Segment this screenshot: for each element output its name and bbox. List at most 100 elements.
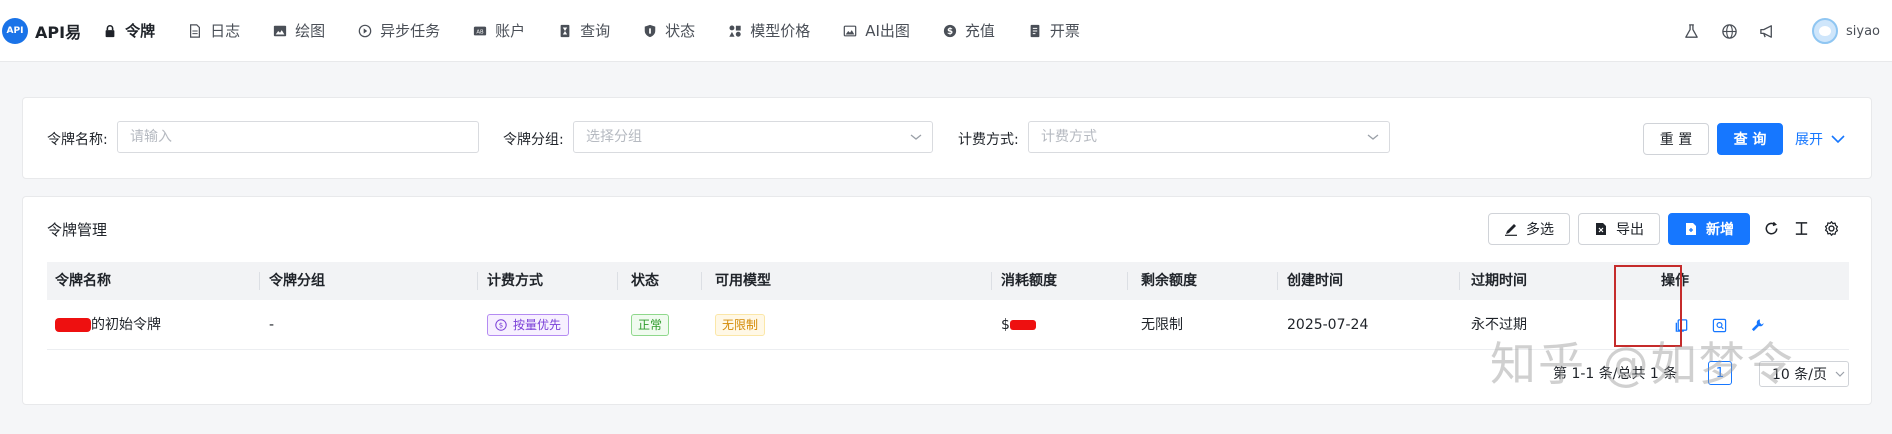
nav-item-drawing[interactable]: 绘图	[273, 20, 325, 41]
billing-method-label: 计费方式:	[958, 132, 1019, 148]
nav-item-label: 令牌	[125, 22, 156, 40]
add-label: 新增	[1706, 222, 1734, 238]
flask-icon[interactable]	[1682, 22, 1700, 40]
export-button[interactable]: 导出	[1578, 213, 1660, 245]
nav-item-label: 日志	[210, 22, 241, 40]
svg-text:$: $	[947, 27, 953, 37]
multi-select-button[interactable]: 多选	[1488, 213, 1570, 245]
nav-item-label: 模型价格	[750, 22, 811, 40]
lock-icon	[105, 24, 115, 37]
column-header[interactable]: 剩余额度	[1141, 262, 1197, 300]
search-panel: 令牌名称: 令牌分组: 选择分组 计费方式: 计费方式 重 置 查 询 展开	[22, 97, 1872, 179]
nav-item-label: 开票	[1049, 22, 1080, 40]
nav-item-label: 充值	[964, 22, 995, 40]
export-label: 导出	[1616, 222, 1644, 238]
nav-item-label: 绘图	[295, 22, 326, 40]
chevron-down-icon	[1835, 371, 1845, 377]
globe-icon[interactable]	[1720, 22, 1738, 40]
column-header[interactable]: 令牌分组	[269, 262, 325, 300]
export-file-icon	[1596, 223, 1606, 235]
logo-text: API易	[35, 22, 82, 42]
svg-text:AB: AB	[477, 29, 485, 35]
refresh-icon[interactable]	[1762, 219, 1780, 237]
nav-item-query[interactable]: 查询	[558, 20, 610, 41]
created-time-cell: 2025-07-24	[1287, 317, 1369, 333]
nav-item-invoice[interactable]: 开票	[1028, 20, 1080, 41]
receipt-icon	[1030, 24, 1040, 37]
account-icon: AB	[474, 26, 487, 35]
nav-item-logs[interactable]: 日志	[188, 20, 240, 41]
query-button[interactable]: 查 询	[1717, 123, 1783, 155]
username[interactable]: siyao	[1846, 24, 1880, 39]
picture-icon	[843, 25, 857, 36]
settings-icon[interactable]	[1822, 219, 1840, 237]
column-header[interactable]: 创建时间	[1287, 262, 1343, 300]
logo-badge: API	[2, 17, 28, 44]
nav-item-label: 状态	[665, 22, 696, 40]
column-height-icon[interactable]	[1792, 219, 1810, 237]
status-badge: 正常	[631, 314, 670, 336]
used-quota-prefix: $	[1001, 317, 1010, 333]
image-icon	[273, 25, 287, 36]
nav-item-label: AI出图	[865, 22, 910, 40]
chevron-down-icon	[910, 134, 922, 140]
token-group-label: 令牌分组:	[503, 132, 564, 148]
token-name-text: 的初始令牌	[91, 317, 161, 333]
token-name-cell: 的初始令牌	[55, 300, 161, 350]
redacted-mark	[55, 318, 91, 332]
redacted-mark	[1009, 320, 1036, 330]
document-icon	[190, 23, 201, 38]
column-header[interactable]: 状态	[631, 262, 659, 300]
panel-title: 令牌管理	[47, 221, 108, 239]
avatar[interactable]	[1812, 18, 1838, 44]
shield-icon	[644, 24, 656, 37]
svg-text:$: $	[499, 322, 503, 330]
nav-item-status[interactable]: 状态	[643, 20, 695, 41]
watermark: 知乎 @如梦令	[1490, 337, 1795, 391]
nav-item-label: 查询	[580, 22, 611, 40]
token-group-select[interactable]: 选择分组	[573, 121, 933, 153]
nav-item-tokens[interactable]: 令牌	[103, 20, 155, 41]
column-header[interactable]: 计费方式	[487, 262, 543, 300]
column-header[interactable]: 过期时间	[1471, 262, 1527, 300]
top-right-actions: siyao	[1682, 0, 1892, 62]
reset-button[interactable]: 重 置	[1643, 123, 1709, 155]
shapes-icon	[729, 24, 741, 37]
nav-item-ai-image[interactable]: AI出图	[843, 20, 910, 41]
expand-filters-link[interactable]: 展开	[1795, 129, 1845, 149]
token-group-placeholder: 选择分组	[586, 129, 642, 145]
dollar-circle-icon: $	[495, 319, 507, 331]
nav-item-account[interactable]: AB 账户	[473, 20, 525, 41]
play-circle-icon	[358, 24, 372, 37]
chevron-down-icon	[1831, 135, 1845, 144]
column-header[interactable]: 可用模型	[715, 262, 771, 300]
token-group-cell: -	[269, 317, 275, 333]
table-header: 令牌名称 令牌分组 计费方式 状态 可用模型 消耗额度 剩余额度 创建时间 过期…	[47, 262, 1849, 300]
nav-item-label: 账户	[495, 22, 526, 40]
nav-item-model-pricing[interactable]: 模型价格	[728, 20, 810, 41]
billing-method-placeholder: 计费方式	[1041, 129, 1097, 145]
new-document-icon	[1686, 223, 1696, 235]
models-tag: 无限制	[715, 314, 766, 336]
billing-tag: $ 按量优先	[487, 314, 570, 336]
used-quota-cell: $	[1001, 300, 1036, 350]
multi-select-label: 多选	[1526, 222, 1554, 238]
remaining-quota-cell: 无限制	[1141, 317, 1183, 333]
top-navigation-bar: API API易 令牌 日志 绘图 异步任务 AB 账户 查询 状态 模型价格 …	[0, 0, 1892, 62]
token-name-label: 令牌名称:	[47, 132, 108, 148]
dollar-circle-icon: $	[943, 24, 957, 37]
column-header[interactable]: 消耗额度	[1001, 262, 1057, 300]
pencil-icon	[1505, 224, 1517, 236]
nav-item-label: 异步任务	[380, 22, 441, 40]
hourglass-icon	[560, 24, 570, 37]
main-nav: 令牌 日志 绘图 异步任务 AB 账户 查询 状态 模型价格 AI出图 $ 充值…	[103, 20, 1113, 41]
billing-tag-label: 按量优先	[513, 318, 562, 332]
add-token-button[interactable]: 新增	[1668, 213, 1750, 245]
token-name-input[interactable]	[117, 121, 479, 153]
megaphone-icon[interactable]	[1758, 22, 1776, 40]
billing-method-select[interactable]: 计费方式	[1028, 121, 1390, 153]
app-logo[interactable]: API API易	[2, 17, 82, 44]
nav-item-async-tasks[interactable]: 异步任务	[358, 20, 440, 41]
column-header[interactable]: 令牌名称	[55, 262, 111, 300]
nav-item-recharge[interactable]: $ 充值	[943, 20, 995, 41]
